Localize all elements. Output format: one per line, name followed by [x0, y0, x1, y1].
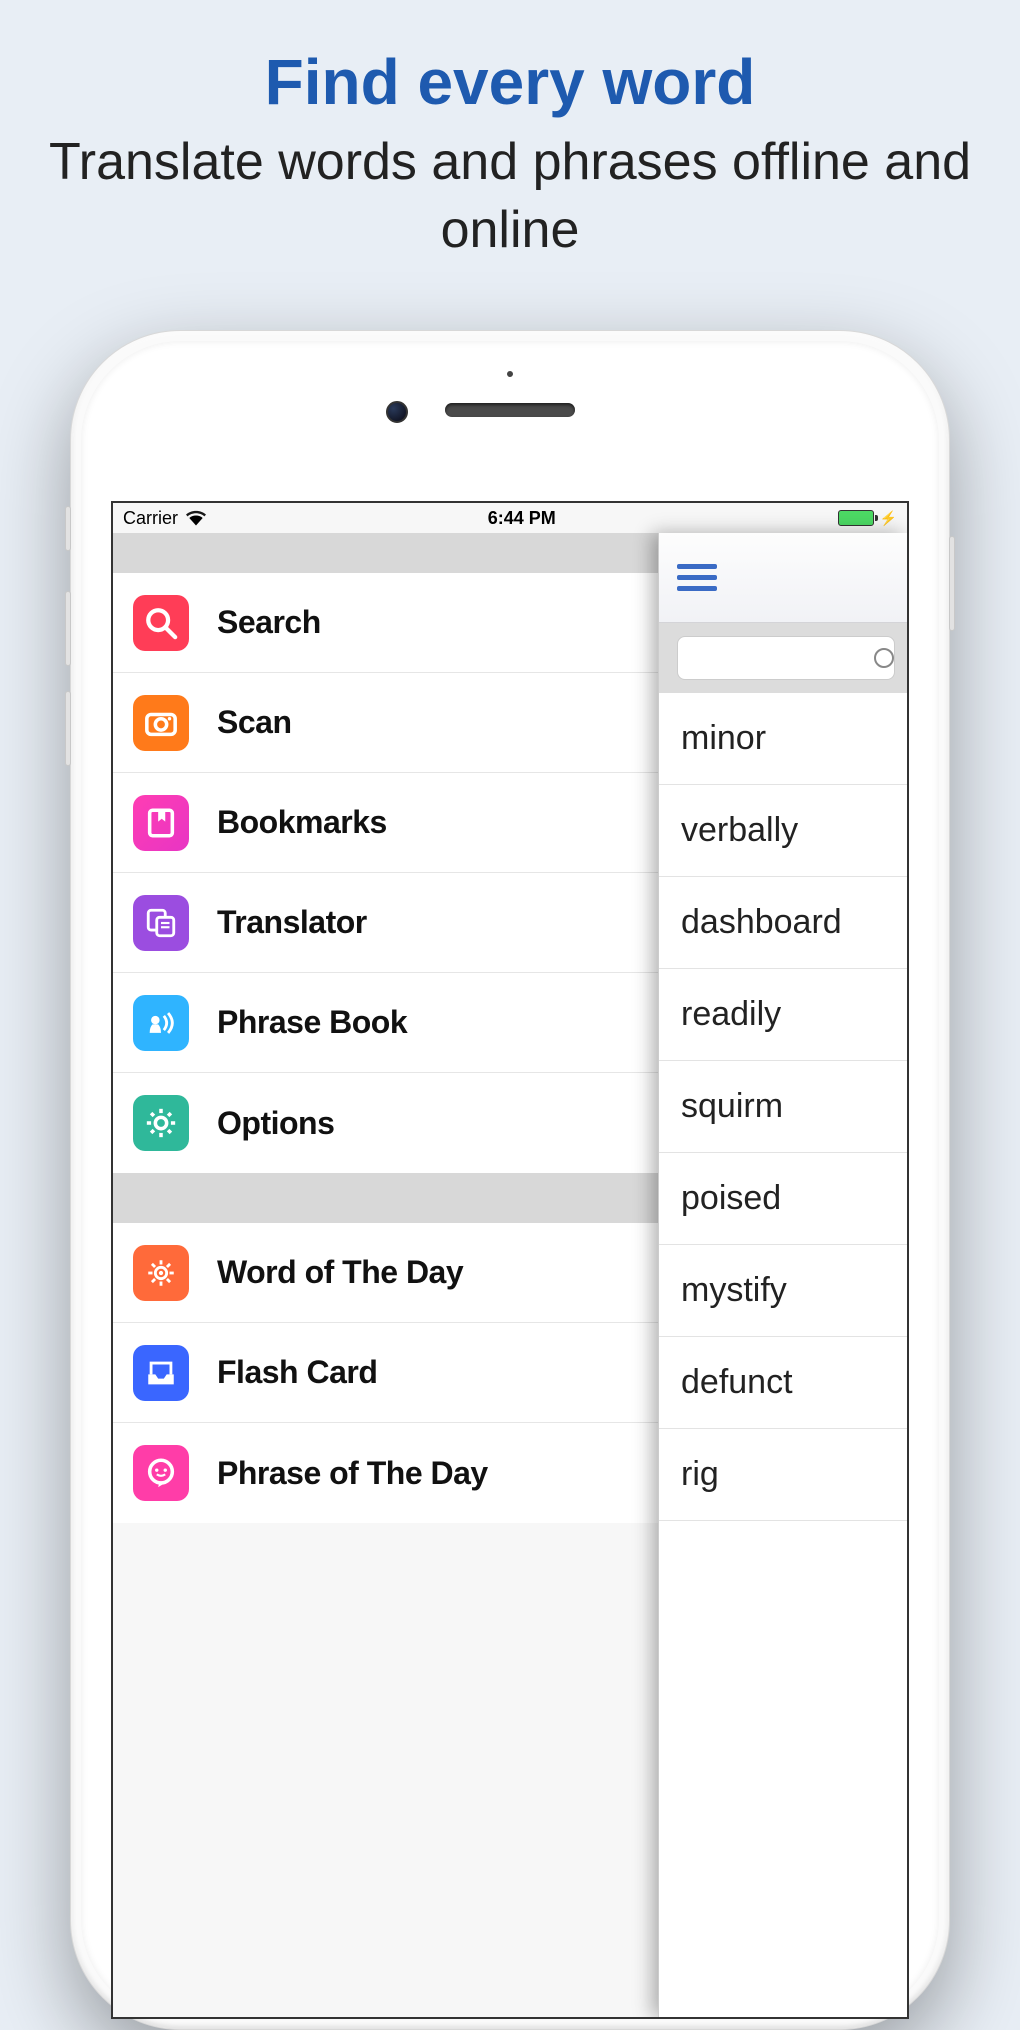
gear-icon [133, 1095, 189, 1151]
menu-label: Phrase Book [217, 1004, 407, 1041]
device-frame: Carrier 6:44 PM ⚡ [70, 330, 950, 2030]
hamburger-icon[interactable] [677, 564, 717, 591]
menu-group-main: Search Scan Bookmarks [113, 573, 658, 1173]
chat-icon [133, 1445, 189, 1501]
volume-down-button [65, 691, 71, 766]
document-icon [133, 895, 189, 951]
volume-up-button [65, 591, 71, 666]
search-bar-container [659, 623, 907, 693]
menu-item-search[interactable]: Search [113, 573, 658, 673]
bookmark-icon [133, 795, 189, 851]
menu-item-scan[interactable]: Scan [113, 673, 658, 773]
promo-subtitle: Translate words and phrases offline and … [0, 119, 1020, 264]
camera-icon [133, 695, 189, 751]
sidebar: Search Scan Bookmarks [113, 533, 658, 2017]
tray-icon [133, 1345, 189, 1401]
power-button [949, 536, 955, 631]
content-header [659, 533, 907, 623]
word-item[interactable]: defunct [659, 1337, 907, 1429]
sun-icon [133, 1245, 189, 1301]
word-item[interactable]: readily [659, 969, 907, 1061]
menu-item-phrase-of-the-day[interactable]: Phrase of The Day [113, 1423, 658, 1523]
menu-label: Flash Card [217, 1354, 377, 1391]
word-item[interactable]: squirm [659, 1061, 907, 1153]
menu-label: Phrase of The Day [217, 1455, 488, 1492]
word-item[interactable]: verbally [659, 785, 907, 877]
menu-label: Search [217, 604, 321, 641]
content-panel: minor verbally dashboard readily squirm … [658, 533, 907, 2017]
charging-icon: ⚡ [880, 510, 897, 527]
menu-label: Bookmarks [217, 804, 387, 841]
word-item[interactable]: mystify [659, 1245, 907, 1337]
promo-title: Find every word [0, 0, 1020, 119]
menu-label: Translator [217, 904, 367, 941]
menu-divider [113, 1173, 658, 1223]
word-item[interactable]: poised [659, 1153, 907, 1245]
search-icon [133, 595, 189, 651]
search-icon [874, 648, 894, 668]
word-item[interactable]: rig [659, 1429, 907, 1521]
menu-item-phrasebook[interactable]: Phrase Book [113, 973, 658, 1073]
status-bar: Carrier 6:44 PM ⚡ [113, 503, 907, 533]
menu-label: Word of The Day [217, 1254, 463, 1291]
clock: 6:44 PM [488, 508, 556, 529]
menu-group-extras: Word of The Day Flash Card [113, 1223, 658, 1523]
proximity-sensor [507, 371, 513, 377]
battery-icon [838, 510, 874, 526]
front-camera [386, 401, 408, 423]
menu-item-translator[interactable]: Translator [113, 873, 658, 973]
word-item[interactable]: dashboard [659, 877, 907, 969]
earpiece-speaker [445, 403, 575, 417]
menu-item-options[interactable]: Options [113, 1073, 658, 1173]
search-input[interactable] [677, 636, 895, 680]
word-list[interactable]: minor verbally dashboard readily squirm … [659, 693, 907, 2017]
menu-item-bookmarks[interactable]: Bookmarks [113, 773, 658, 873]
wifi-icon [186, 510, 206, 526]
menu-item-word-of-the-day[interactable]: Word of The Day [113, 1223, 658, 1323]
mute-switch [65, 506, 71, 551]
menu-label: Scan [217, 704, 291, 741]
word-item[interactable]: minor [659, 693, 907, 785]
screen: Carrier 6:44 PM ⚡ [111, 501, 909, 2019]
menu-label: Options [217, 1105, 334, 1142]
speak-icon [133, 995, 189, 1051]
carrier-label: Carrier [123, 508, 178, 529]
menu-item-flash-card[interactable]: Flash Card [113, 1323, 658, 1423]
